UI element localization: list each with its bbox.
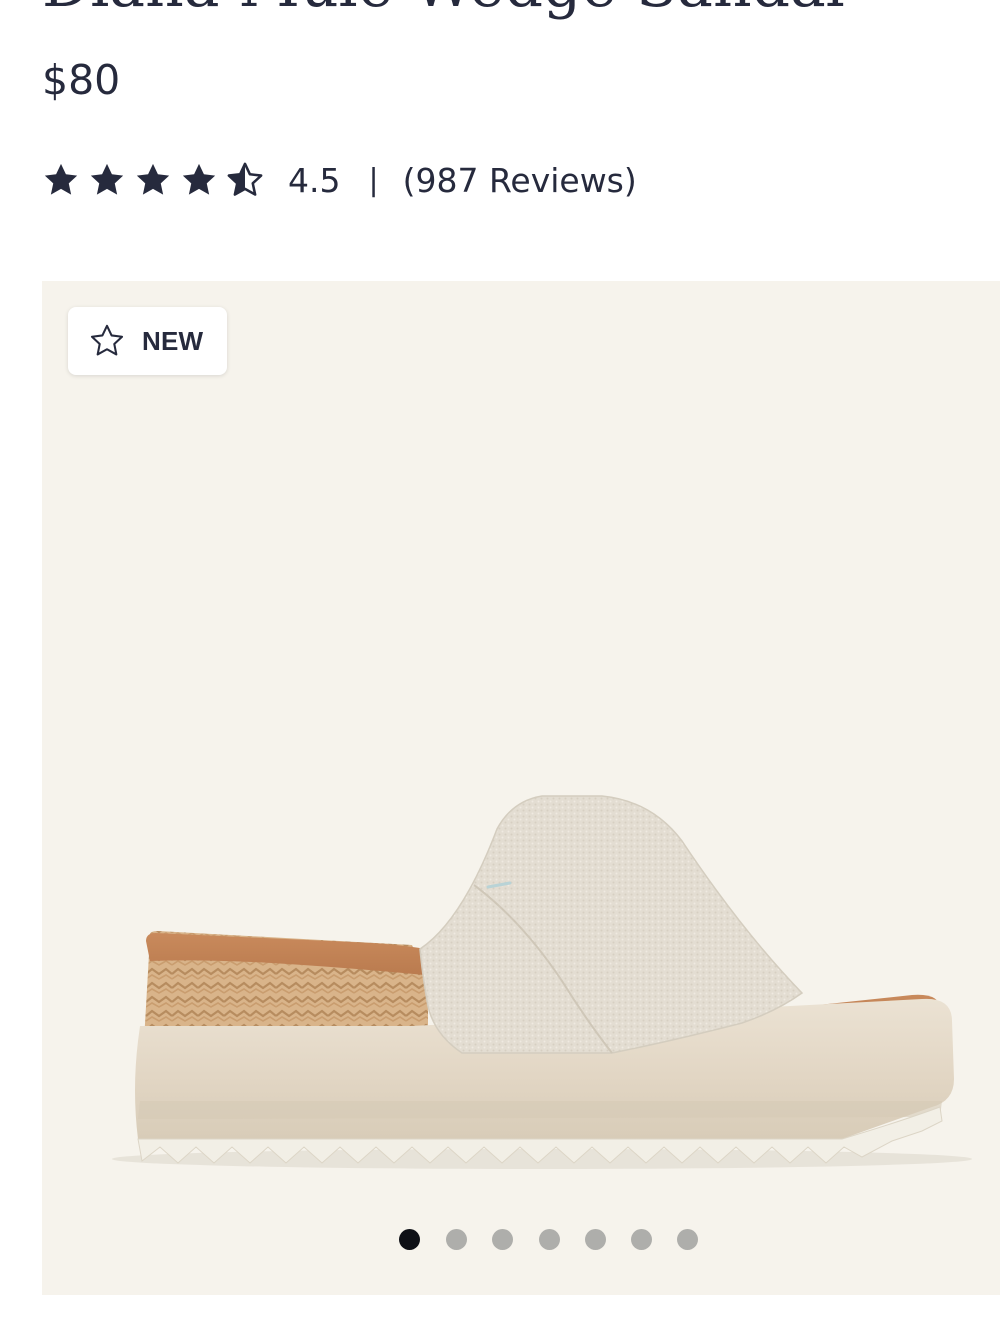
product-price: $80 [42,56,121,104]
product-title: Diana Mule Wedge Sandal [42,0,845,16]
star-filled-icon [90,163,124,195]
star-filled-icon [182,163,216,195]
review-count-link[interactable]: (987 Reviews) [403,161,637,200]
carousel-dot-6[interactable] [631,1229,652,1250]
carousel-dot-3[interactable] [492,1229,513,1250]
rating-value: 4.5 [288,160,341,200]
star-half-icon [227,162,263,196]
carousel-dot-2[interactable] [446,1229,467,1250]
star-filled-icon [44,163,78,195]
new-badge-label: NEW [142,325,204,356]
star-outline-icon [90,324,124,356]
carousel-dot-4[interactable] [539,1229,560,1250]
star-rating [42,161,272,199]
rating-row[interactable]: 4.5 | (987 Reviews) [42,152,637,208]
carousel-pagination [42,1229,1000,1251]
carousel-dot-1[interactable] [399,1229,420,1250]
new-badge: NEW [68,307,227,375]
product-image[interactable] [42,281,1000,1295]
rating-separator: | [368,162,379,198]
product-image-gallery[interactable]: NEW [42,281,1000,1295]
carousel-dot-5[interactable] [585,1229,606,1250]
star-filled-icon [136,163,170,195]
carousel-dot-7[interactable] [677,1229,698,1250]
